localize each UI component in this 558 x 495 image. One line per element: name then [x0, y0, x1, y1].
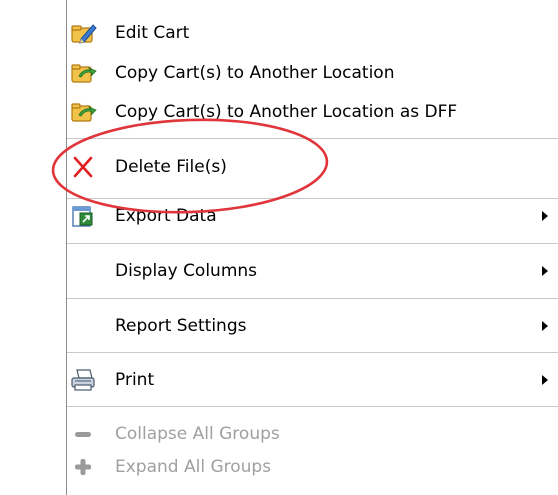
menu-separator [67, 352, 558, 353]
menu-item-label: Report Settings [115, 316, 247, 336]
menu-item-label: Collapse All Groups [115, 424, 280, 444]
menu-separator [67, 198, 558, 199]
menu-item-label: Expand All Groups [115, 457, 272, 477]
plus-icon [75, 459, 91, 475]
minus-icon [75, 432, 91, 437]
copy-cart-dff-icon [71, 103, 97, 122]
menu-separator [67, 298, 558, 299]
delete-x-icon [73, 156, 93, 178]
context-menu: Edit Cart Copy Cart(s) to Another Locati… [66, 0, 558, 495]
menu-item-export-data[interactable]: Export Data [67, 201, 558, 231]
menu-item-print[interactable]: Print [67, 365, 558, 395]
menu-item-edit-cart[interactable]: Edit Cart [67, 18, 558, 48]
submenu-arrow-icon [542, 375, 548, 385]
menu-item-label: Display Columns [115, 261, 258, 281]
submenu-arrow-icon [542, 266, 548, 276]
menu-item-expand-all-groups[interactable]: Expand All Groups [67, 452, 558, 482]
export-data-icon [72, 206, 93, 227]
printer-icon [71, 369, 95, 391]
menu-item-label: Export Data [115, 206, 217, 226]
menu-item-display-columns[interactable]: Display Columns [67, 256, 558, 286]
menu-item-delete-files[interactable]: Delete File(s) [67, 150, 558, 184]
submenu-arrow-icon [542, 321, 548, 331]
submenu-arrow-icon [542, 211, 548, 221]
menu-item-copy-cart-dff[interactable]: Copy Cart(s) to Another Location as DFF [67, 97, 558, 127]
copy-cart-icon [71, 64, 97, 83]
menu-item-label: Delete File(s) [115, 157, 227, 177]
menu-item-label: Copy Cart(s) to Another Location [115, 63, 395, 83]
edit-cart-icon [71, 24, 97, 44]
menu-item-label: Copy Cart(s) to Another Location as DFF [115, 102, 458, 122]
menu-item-copy-cart[interactable]: Copy Cart(s) to Another Location [67, 58, 558, 88]
menu-item-report-settings[interactable]: Report Settings [67, 311, 558, 341]
menu-separator [67, 243, 558, 244]
menu-separator [67, 406, 558, 407]
menu-separator [67, 138, 558, 139]
menu-item-label: Edit Cart [115, 23, 190, 43]
menu-item-label: Print [115, 370, 155, 390]
menu-item-collapse-all-groups[interactable]: Collapse All Groups [67, 419, 558, 449]
